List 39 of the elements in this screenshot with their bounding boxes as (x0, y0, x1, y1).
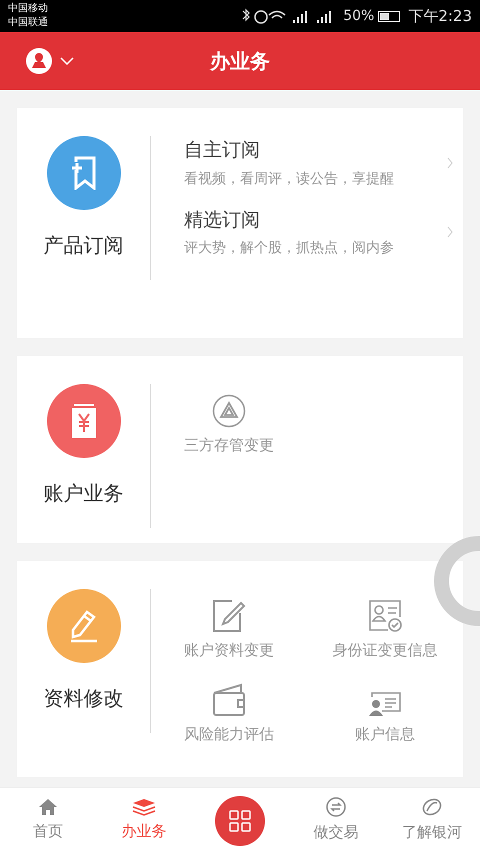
item-title: 自主订阅 (184, 138, 261, 163)
nav-tab[interactable]: 做交易 (288, 797, 384, 844)
subscription-item[interactable]: 精选订阅 评大势，解个股，抓热点，阅内参 (184, 206, 463, 259)
chevron-right-icon (447, 226, 453, 238)
exchange-icon (326, 797, 346, 818)
item-description: 看视频，看周评，读公告，享提醒 (184, 170, 395, 188)
item-title: 精选订阅 (184, 208, 261, 232)
nav-tab[interactable]: 首页 (0, 798, 96, 843)
clock: 下午2:23 (408, 6, 472, 27)
carrier-name: 中国联通 (8, 16, 48, 30)
triangle-logo-icon (212, 394, 246, 428)
chevron-down-icon (60, 57, 74, 65)
location-dropdown[interactable] (26, 48, 74, 74)
carrier-name: 中国移动 (8, 2, 48, 16)
service-tile[interactable]: 身份证变更信息 (307, 589, 463, 661)
battery-percent: 50% (343, 6, 374, 26)
service-tile[interactable]: 三方存管变更 (151, 384, 307, 456)
service-tile[interactable]: 账户资料变更 (151, 589, 307, 661)
home-icon (38, 798, 58, 816)
edit-icon (212, 598, 246, 632)
section-title: 账户业务 (44, 480, 124, 507)
battery-icon (378, 10, 400, 22)
apps-button[interactable] (215, 796, 265, 846)
service-tile[interactable]: 风险能力评估 (151, 673, 307, 745)
page-title: 办业务 (210, 48, 270, 75)
swirl-logo-icon (421, 797, 443, 818)
subscription-item[interactable]: 自主订阅 看视频，看周评，读公告，享提醒 (184, 136, 463, 190)
service-tile[interactable]: 账户信息 (307, 673, 463, 745)
wallet-icon (212, 682, 246, 716)
chevron-right-icon (447, 156, 453, 169)
layers-icon (132, 798, 156, 816)
section-title: 产品订阅 (44, 232, 124, 259)
nav-tab[interactable]: 办业务 (96, 798, 192, 843)
grid-icon (229, 810, 251, 832)
item-description: 评大势，解个股，抓热点，阅内参 (184, 239, 395, 258)
nav-tab[interactable]: 了解银河 (384, 797, 480, 844)
id-card-check-icon (368, 598, 402, 632)
id-card-icon (368, 690, 402, 716)
section-title: 资料修改 (44, 685, 124, 712)
